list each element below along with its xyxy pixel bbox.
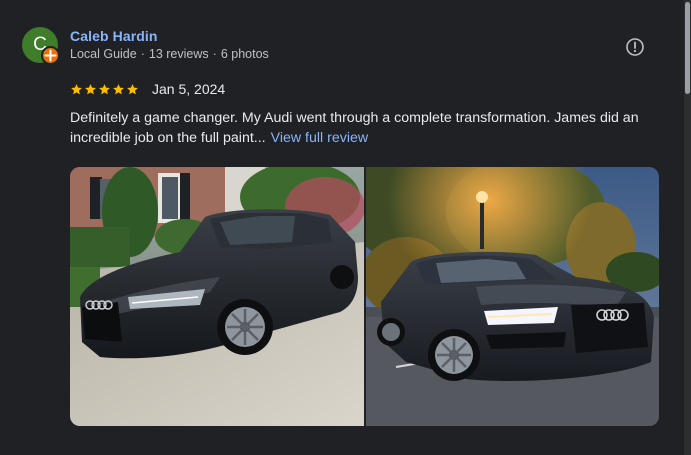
rating-row: Jan 5, 2024 — [70, 80, 225, 98]
review-photo-1[interactable] — [70, 167, 364, 426]
star-icon — [127, 83, 138, 94]
star-rating — [70, 83, 139, 96]
meta-separator: · — [140, 47, 145, 61]
review-date: Jan 5, 2024 — [152, 81, 226, 97]
local-guide-label: Local Guide — [70, 47, 137, 61]
meta-separator: · — [212, 47, 217, 61]
review-text-block: Definitely a game changer. My Audi went … — [70, 108, 662, 148]
star-icon — [71, 83, 82, 94]
local-guide-badge-icon — [41, 46, 60, 65]
view-full-review-link[interactable]: View full review — [271, 130, 369, 146]
reviewer-meta: Local Guide · 13 reviews · 6 photos — [70, 47, 269, 61]
alert-circle-icon — [626, 38, 644, 56]
star-icon — [113, 83, 124, 94]
car-photo-icon — [366, 167, 659, 426]
star-icon — [99, 83, 110, 94]
review-card: C Caleb Hardin Local Guide · 13 reviews · 6 … — [0, 0, 691, 455]
scrollbar-thumb[interactable] — [685, 2, 690, 94]
report-review-button[interactable] — [622, 34, 648, 60]
review-photo-2[interactable] — [366, 167, 659, 426]
reviewer-name[interactable]: Caleb Hardin — [70, 28, 158, 44]
photo-count: 6 photos — [220, 47, 269, 61]
car-photo-icon — [70, 167, 364, 426]
star-icon — [85, 83, 96, 94]
review-count: 13 reviews — [148, 47, 209, 61]
